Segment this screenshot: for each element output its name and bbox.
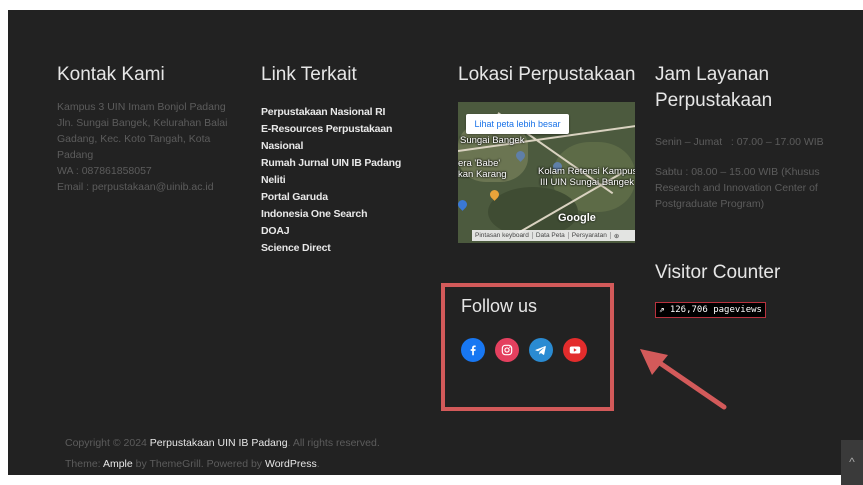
telegram-icon[interactable] — [529, 338, 553, 362]
chevron-up-icon: ^ — [849, 455, 855, 469]
theme-credit-line: Theme: Ample by ThemeGrill. Powered by W… — [65, 458, 320, 470]
hours-title-line: Jam Layanan — [655, 64, 770, 85]
embedded-map[interactable]: Sungai Bangek era 'Babe' kan Karang Kola… — [458, 102, 635, 243]
site-footer: Kontak Kami Kampus 3 UIN Imam Bonjol Pad… — [8, 10, 863, 485]
whatsapp-number: WA : 087861858057 — [57, 165, 152, 177]
address-line: Kampus 3 UIN Imam Bonjol Padang — [57, 101, 226, 113]
map-label: III UIN Sungai Bangek — [540, 177, 634, 188]
saturday-hours: Postgraduate Program) — [655, 198, 765, 210]
contact-title: Kontak Kami — [57, 64, 165, 85]
hours-section: Jam Layanan Perpustakaan Senin – Jumat :… — [655, 62, 835, 212]
address-line: Gadang, Kec. Koto Tangah, Kota Padang — [57, 133, 211, 161]
youtube-icon[interactable] — [563, 338, 587, 362]
location-title: Lokasi Perpustakaan — [458, 64, 636, 85]
map-pin-icon[interactable] — [458, 198, 469, 211]
follow-title: Follow us — [461, 296, 538, 316]
site-link[interactable]: Perpustakaan UIN IB Padang — [150, 437, 288, 449]
link-doaj[interactable]: DOAJ — [261, 223, 431, 240]
counter-logo-icon: ⇗ — [659, 305, 665, 315]
saturday-hours: Research and Innovation Center of — [655, 182, 818, 194]
link-neliti[interactable]: Neliti — [261, 172, 431, 189]
email-address: Email : perpustakaan@uinib.ac.id — [57, 181, 214, 193]
terms-link[interactable]: Persyaratan — [569, 232, 611, 239]
contact-section: Kontak Kami Kampus 3 UIN Imam Bonjol Pad… — [57, 62, 237, 195]
hours-title-line: Perpustakaan — [655, 90, 773, 111]
copyright-line: Copyright © 2024 Perpustakaan UIN IB Pad… — [65, 437, 380, 449]
follow-us-highlight: Follow us — [441, 283, 614, 411]
map-label: Kolam Retensi Kampus — [538, 166, 635, 177]
map-label: Sungai Bangek — [460, 135, 525, 146]
view-larger-map-button[interactable]: Lihat peta lebih besar — [466, 114, 569, 134]
scroll-to-top-button[interactable]: ^ — [841, 440, 863, 485]
links-section: Link Terkait Perpustakaan Nasional RI E-… — [261, 62, 431, 257]
instagram-icon[interactable] — [495, 338, 519, 362]
annotation-arrow-icon — [640, 349, 727, 410]
map-label: era 'Babe' — [458, 158, 501, 169]
pageview-count: 126,706 pageviews — [669, 305, 762, 315]
google-logo: Google — [558, 212, 596, 224]
saturday-hours: Sabtu : 08.00 – 15.00 WIB (Khusus — [655, 166, 820, 178]
map-label: kan Karang — [458, 169, 507, 180]
report-icon[interactable]: ⊕ — [611, 232, 622, 240]
keyboard-shortcuts-link[interactable]: Pintasan keyboard — [472, 232, 533, 239]
theme-link[interactable]: Ample — [103, 458, 133, 470]
links-title: Link Terkait — [261, 64, 357, 85]
map-footer-bar: Pintasan keyboard Data Peta Persyaratan … — [472, 230, 635, 241]
visitor-section: Visitor Counter — [655, 260, 780, 286]
link-rumah-jurnal[interactable]: Rumah Jurnal UIN IB Padang — [261, 155, 431, 172]
link-eresources[interactable]: E-Resources Perpustakaan Nasional — [261, 121, 431, 155]
pageview-counter[interactable]: ⇗ 126,706 pageviews — [655, 302, 766, 318]
link-science-direct[interactable]: Science Direct — [261, 240, 431, 257]
location-section: Lokasi Perpustakaan — [458, 62, 638, 88]
facebook-icon[interactable] — [461, 338, 485, 362]
link-one-search[interactable]: Indonesia One Search — [261, 206, 431, 223]
weekday-hours: Senin – Jumat : 07.00 – 17.00 WIB — [655, 136, 824, 148]
visitor-title: Visitor Counter — [655, 262, 781, 283]
link-perpusnas[interactable]: Perpustakaan Nasional RI — [261, 104, 431, 121]
wordpress-link[interactable]: WordPress — [265, 458, 317, 470]
map-data-link[interactable]: Data Peta — [533, 232, 569, 239]
link-portal-garuda[interactable]: Portal Garuda — [261, 189, 431, 206]
address-line: Jln. Sungai Bangek, Kelurahan Balai — [57, 117, 228, 129]
